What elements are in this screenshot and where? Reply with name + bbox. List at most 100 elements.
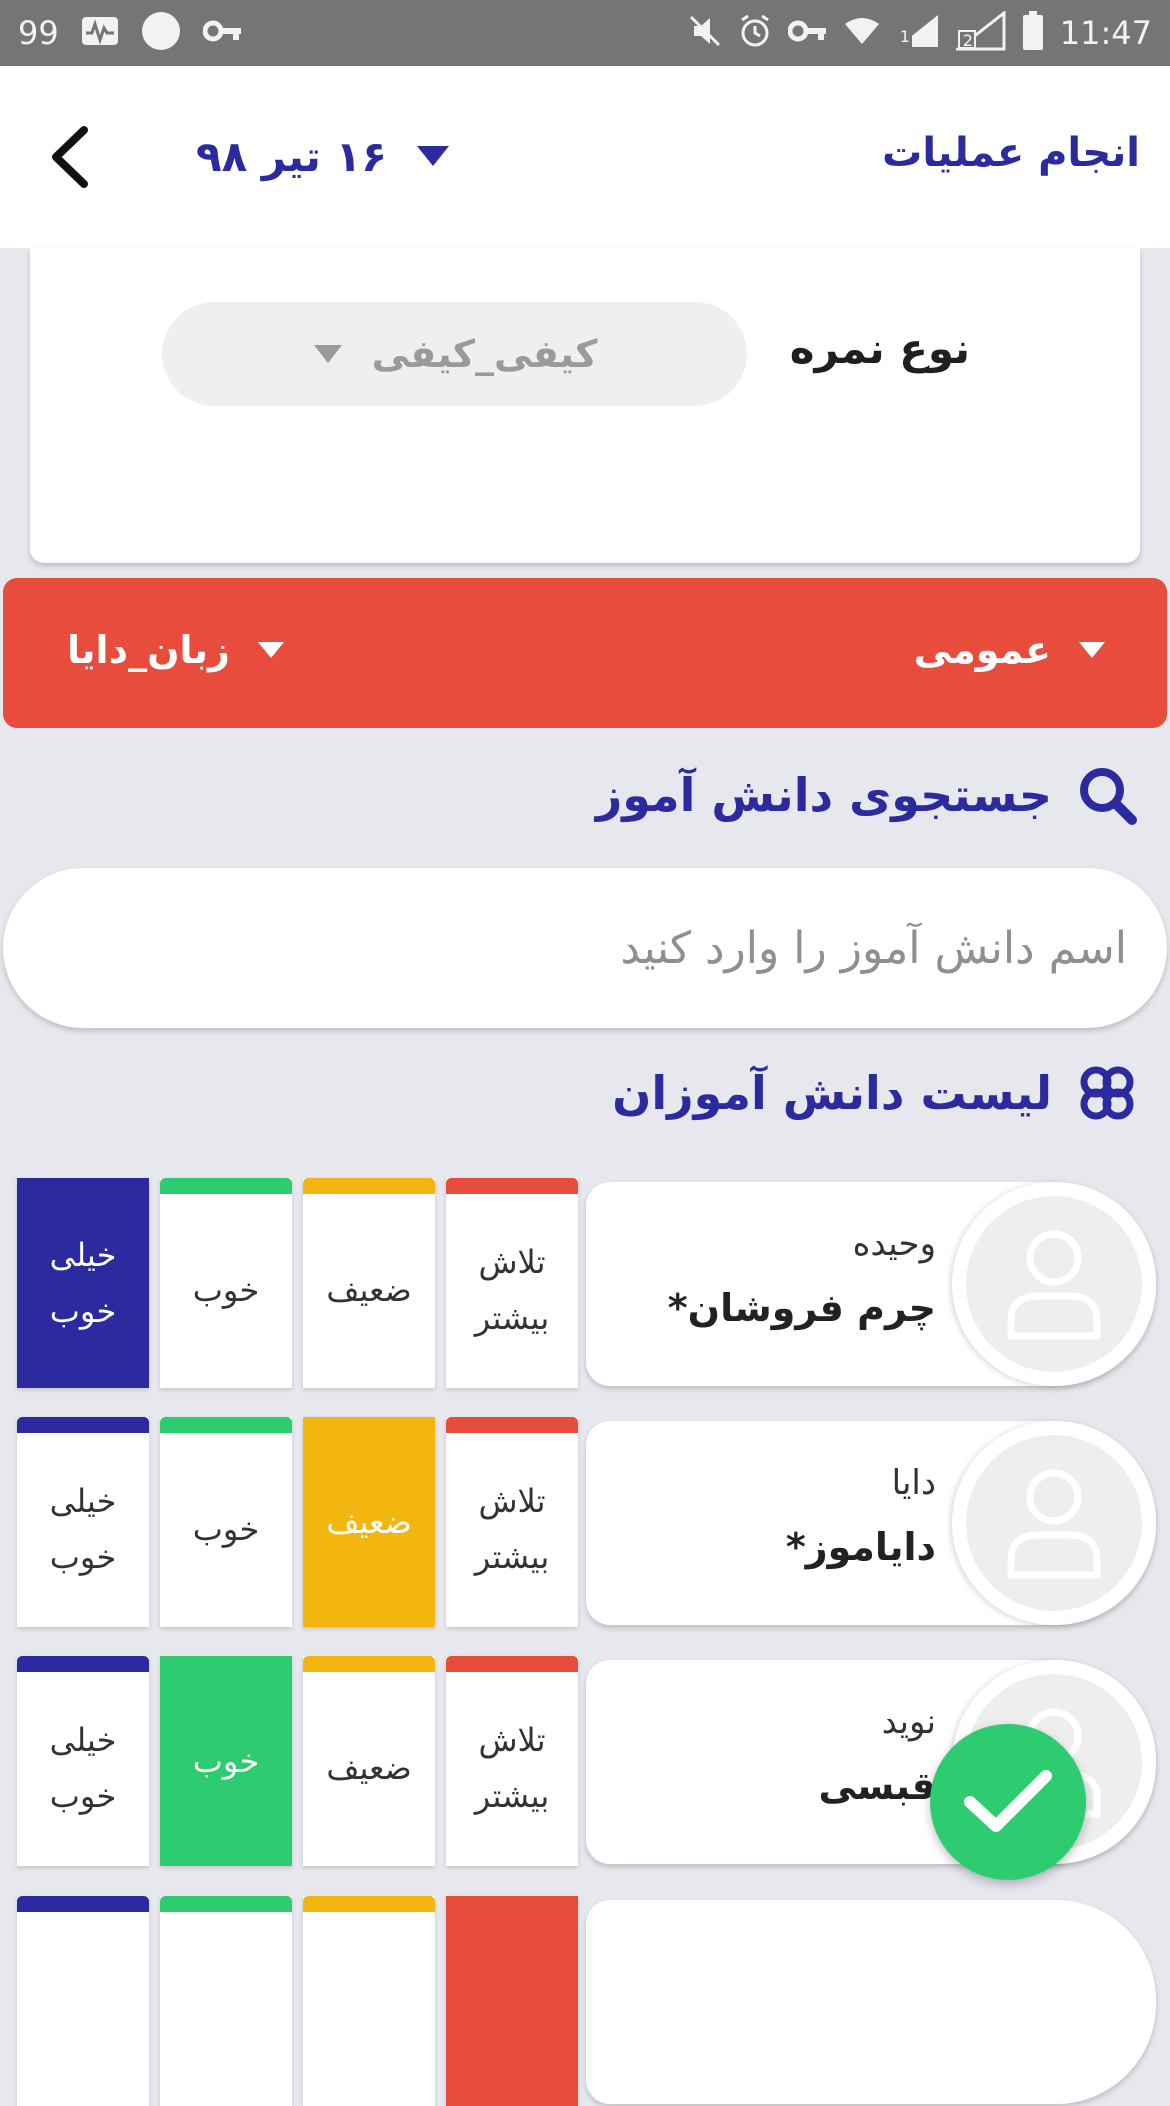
grade-tile-weak[interactable]: ضعیف <box>303 1178 435 1388</box>
grade-tile-label-line1: تلاش <box>478 1243 546 1281</box>
grade-tile-label-line1: خوب <box>192 1742 260 1780</box>
search-heading: جستجوی دانش آموز <box>596 764 1138 826</box>
grade-color-strip <box>17 1417 149 1433</box>
grade-tile-label: تلاش بیشتر <box>475 1473 549 1585</box>
page-title: انجام عملیات <box>882 130 1140 176</box>
grade-tile-label-line2: خوب <box>49 1538 117 1576</box>
student-first-name: دایا <box>891 1463 936 1503</box>
grade-tile-good[interactable]: خوب <box>160 1178 292 1388</box>
grade-tile-label-line2: بیشتر <box>474 1538 550 1576</box>
grade-tile-label-line1: خوب <box>192 1271 260 1309</box>
vpn-key-icon <box>787 19 828 47</box>
student-search-input[interactable] <box>3 868 1167 1028</box>
grade-tile-more-effort[interactable]: تلاش بیشتر <box>446 1417 578 1627</box>
grade-tile-label-line1: ضعیف <box>326 1503 412 1541</box>
circle-icon <box>141 11 181 55</box>
grade-type-label: نوع نمره <box>789 324 970 373</box>
notification-count: 99 <box>18 14 59 52</box>
grade-tile-label: خوب <box>193 1501 259 1557</box>
student-row: تلاش بیشتر ضعیف خوب خیلی خوب دایا دایاموز* <box>0 1417 1170 1627</box>
person-icon <box>1007 1230 1101 1340</box>
status-bar: 99 1 2 11:47 <box>0 0 1170 66</box>
chevron-left-icon <box>52 126 88 188</box>
category-filter[interactable]: عمومی <box>914 628 1107 672</box>
student-last-name: چرم فروشان* <box>667 1286 936 1330</box>
grade-tile-good[interactable] <box>160 1896 292 2106</box>
grade-tile-label: خیلی خوب <box>50 1473 117 1585</box>
sim1-label: 1 <box>899 27 910 46</box>
avatar-background <box>966 1435 1142 1611</box>
submit-button[interactable] <box>930 1724 1086 1880</box>
grade-tile-label-line1: تلاش <box>478 1482 546 1520</box>
grade-tile-label-line1: خیلی <box>49 1236 117 1274</box>
grade-tile-label: خیلی خوب <box>50 1712 117 1824</box>
grade-tile-weak[interactable]: ضعیف <box>303 1417 435 1627</box>
grade-tile-label: ضعیف <box>326 1262 411 1318</box>
avatar <box>952 1182 1156 1386</box>
grade-tile-more-effort[interactable] <box>446 1896 578 2106</box>
grade-tile-more-effort[interactable]: تلاش بیشتر <box>446 1178 578 1388</box>
grade-tile-label-line2: خوب <box>49 1777 117 1815</box>
grade-tile-label: خیلی خوب <box>50 1227 117 1339</box>
grade-tile-weak[interactable] <box>303 1896 435 2106</box>
vpn-key-icon <box>202 19 243 47</box>
grade-tile-label-line1: تلاش <box>478 1721 546 1759</box>
back-button[interactable] <box>46 124 96 190</box>
student-last-name: دایاموز* <box>785 1525 936 1569</box>
student-last-name: قبسی <box>818 1764 936 1808</box>
grade-tile-label: خوب <box>193 1262 259 1318</box>
grade-color-strip <box>303 1178 435 1194</box>
checkmark-icon <box>964 1770 1052 1832</box>
person-icon <box>1007 1469 1101 1579</box>
grade-color-strip <box>446 1417 578 1433</box>
grade-tile-weak[interactable]: ضعیف <box>303 1656 435 1866</box>
dropdown-arrow-icon <box>313 345 342 363</box>
category-filter-label: عمومی <box>913 628 1051 672</box>
grade-tile-very-good[interactable]: خیلی خوب <box>17 1178 149 1388</box>
grade-tile-more-effort[interactable]: تلاش بیشتر <box>446 1656 578 1866</box>
grade-color-strip <box>446 1178 578 1194</box>
grade-type-card: نوع نمره کیفی_کیفی <box>30 248 1140 563</box>
list-heading: لیست دانش آموزان <box>612 1062 1138 1124</box>
wifi-icon <box>844 16 880 50</box>
grade-type-select[interactable]: کیفی_کیفی <box>162 302 747 406</box>
grade-tile-label: تلاش بیشتر <box>475 1712 549 1824</box>
grade-color-strip <box>446 1656 578 1672</box>
list-heading-text: لیست دانش آموزان <box>612 1066 1052 1120</box>
grade-tile-good[interactable]: خوب <box>160 1656 292 1866</box>
mute-icon <box>688 14 722 52</box>
grade-type-value: کیفی_کیفی <box>371 332 598 376</box>
grade-tile-very-good[interactable]: خیلی خوب <box>17 1656 149 1866</box>
grade-tile-very-good[interactable]: خیلی خوب <box>17 1417 149 1627</box>
grade-color-strip <box>17 1656 149 1672</box>
student-row: تلاش بیشتر ضعیف خوب خیلی خوب وحیده چرم فروشان* <box>0 1178 1170 1388</box>
student-row <box>0 1896 1170 2106</box>
grade-color-strip <box>160 1417 292 1433</box>
student-card[interactable]: دایا دایاموز* <box>586 1421 1156 1625</box>
student-card[interactable]: وحیده چرم فروشان* <box>586 1182 1156 1386</box>
grade-tile-very-good[interactable] <box>17 1896 149 2106</box>
grade-tile-good[interactable]: خوب <box>160 1417 292 1627</box>
search-heading-text: جستجوی دانش آموز <box>595 768 1052 822</box>
grade-tile-label-line1: خوب <box>192 1510 260 1548</box>
search-icon <box>1080 768 1137 825</box>
avatar-background <box>966 1196 1142 1372</box>
clock: 11:47 <box>1059 14 1152 52</box>
class-filter-label: زبان_دایا <box>67 628 230 672</box>
app-bar: ۱۶ تیر ۹۸ انجام عملیات <box>0 66 1170 248</box>
activity-icon <box>81 16 119 50</box>
grade-tile-label-line1: ضعیف <box>326 1271 412 1309</box>
grade-tile-label-line1: خیلی <box>49 1721 117 1759</box>
grade-tile-label-line1: خیلی <box>49 1482 117 1520</box>
class-filter[interactable]: زبان_دایا <box>67 628 286 672</box>
dropdown-arrow-icon <box>1079 642 1105 658</box>
students-group-icon <box>1080 1066 1134 1120</box>
grade-tile-label-line2: بیشتر <box>474 1299 550 1337</box>
grade-tile-label: خوب <box>193 1733 259 1789</box>
grade-color-strip <box>160 1178 292 1194</box>
date-picker-button[interactable]: ۱۶ تیر ۹۸ <box>196 126 451 186</box>
grade-color-strip <box>303 1656 435 1672</box>
grade-tile-label: ضعیف <box>326 1740 411 1796</box>
filter-bar: عمومی زبان_دایا <box>3 578 1167 728</box>
grade-tile-label: ضعیف <box>326 1494 411 1550</box>
